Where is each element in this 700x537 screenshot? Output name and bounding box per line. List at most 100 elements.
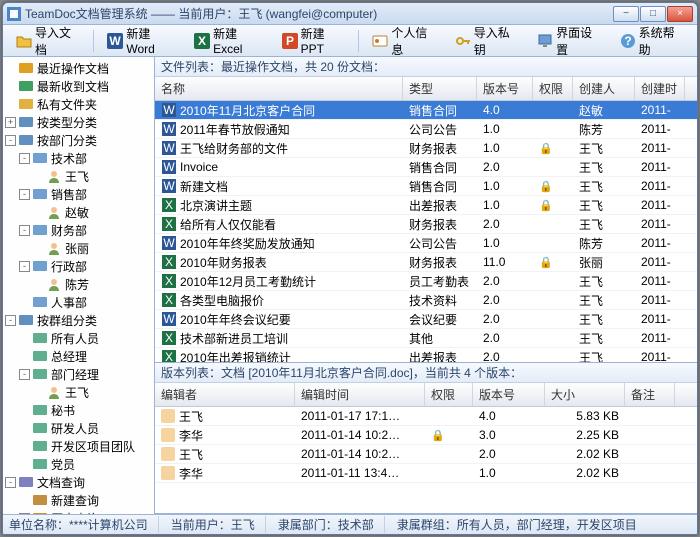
col-header[interactable]: 创建时 [635,77,685,100]
tree-twisty[interactable]: - [5,135,16,146]
file-row[interactable]: WInvoice销售合同2.0王飞2011- [155,158,697,177]
tree-node[interactable]: -行政部 [3,257,154,275]
col-header[interactable]: 编辑者 [155,383,295,406]
file-creator: 王飞 [573,329,635,348]
svg-text:W: W [163,160,175,174]
tree-twisty[interactable]: - [19,225,30,236]
import-doc-button[interactable]: 导入文档 [9,21,87,61]
tree-node[interactable]: 王飞 [3,383,154,401]
tree-twisty [5,81,16,92]
group-icon [32,295,48,309]
tree-twisty[interactable]: - [19,189,30,200]
user-icon [46,241,62,255]
tree-node[interactable]: 所有人员 [3,329,154,347]
new-word-button[interactable]: W新建Word [100,22,183,59]
help-button[interactable]: ?系统帮助 [613,21,691,61]
tree-node[interactable]: -部门经理 [3,365,154,383]
file-perm [533,223,573,225]
app-icon [7,7,21,21]
new-excel-button[interactable]: X新建Excel [187,22,271,59]
tree-twisty[interactable]: - [19,261,30,272]
file-row[interactable]: X2010年财务报表财务报表11.0🔒张丽2011- [155,253,697,272]
file-perm [533,166,573,168]
col-header[interactable]: 类型 [403,77,477,100]
tree-node[interactable]: 总经理 [3,347,154,365]
version-row[interactable]: 李华2011-01-11 13:4…1.02.02 KB [155,464,697,483]
file-row[interactable]: X2010年12月员工考勤统计员工考勤表2.0王飞2011- [155,272,697,291]
file-date: 2011- [635,102,685,118]
ver-perm [425,472,473,474]
file-creator: 王飞 [573,215,635,234]
new-ppt-button[interactable]: P新建PPT [275,22,353,59]
tree-twisty[interactable]: - [5,315,16,326]
tree-node[interactable]: 秘书 [3,401,154,419]
maximize-button[interactable]: □ [640,6,666,22]
file-version: 1.0 [477,121,533,137]
file-row[interactable]: W2010年年终奖励发放通知公司公告1.0陈芳2011- [155,234,697,253]
tree-node[interactable]: -按部门分类 [3,131,154,149]
tree-node[interactable]: 研发人员 [3,419,154,437]
tree-twisty[interactable]: - [19,153,30,164]
tree-node[interactable]: - 文档查询 [3,473,154,491]
tree-node[interactable]: 新建查询 [3,491,154,509]
col-header[interactable]: 名称 [155,77,403,100]
profile-button[interactable]: 个人信息 [365,21,443,61]
file-row[interactable]: W2010年年终会议纪要会议纪要2.0王飞2011- [155,310,697,329]
version-grid[interactable]: 编辑者编辑时间权限版本号大小备注 王飞2011-01-17 17:1…4.05.… [155,383,697,514]
version-row[interactable]: 王飞2011-01-17 17:1…4.05.83 KB [155,407,697,426]
col-header[interactable]: 备注 [625,383,675,406]
file-row[interactable]: W2010年11月北京客户合同销售合同4.0赵敏2011- [155,101,697,120]
col-header[interactable]: 创建人 [573,77,635,100]
tree-node[interactable]: 陈芳 [3,275,154,293]
file-row[interactable]: W新建文档销售合同1.0🔒王飞2011- [155,177,697,196]
tree-twisty [33,387,44,398]
tree-label: 所有人员 [51,330,99,347]
tree-node[interactable]: 党员 [3,455,154,473]
file-row[interactable]: X技术部新进员工培训其他2.0王飞2011- [155,329,697,348]
tree-node[interactable]: 私有文件夹 [3,95,154,113]
file-row[interactable]: X各类型电脑报价技术资料2.0王飞2011- [155,291,697,310]
col-header[interactable]: 编辑时间 [295,383,425,406]
ui-settings-button[interactable]: 界面设置 [530,21,608,61]
file-row[interactable]: X2010年出差报销统计出差报表2.0王飞2011- [155,348,697,363]
tree-node[interactable]: +按类型分类 [3,113,154,131]
tree-sidebar[interactable]: 最近操作文档最新收到文档私有文件夹+按类型分类-按部门分类-技术部王飞-销售部赵… [3,57,155,514]
file-row[interactable]: X北京演讲主题出差报表1.0🔒王飞2011- [155,196,697,215]
version-row[interactable]: 李华2011-01-14 10:2…🔒3.02.25 KB [155,426,697,445]
search-icon [18,475,34,489]
tree-label: 文档查询 [37,474,85,491]
tree-node[interactable]: -技术部 [3,149,154,167]
close-button[interactable]: × [667,6,693,22]
file-name: 2010年年终会议纪要 [180,311,291,328]
col-header[interactable]: 版本号 [477,77,533,100]
tree-node[interactable]: -财务部 [3,221,154,239]
grp-icon [32,331,48,345]
file-type: 销售合同 [403,158,477,177]
file-row[interactable]: X给所有人仅仅能看财务报表2.0王飞2011- [155,215,697,234]
tree-node[interactable]: 开发区项目团队 [3,437,154,455]
tree-node[interactable]: 最新收到文档 [3,77,154,95]
file-perm [533,109,573,111]
tree-node[interactable]: -销售部 [3,185,154,203]
file-row[interactable]: W王飞给财务部的文件财务报表1.0🔒王飞2011- [155,139,697,158]
version-row[interactable]: 王飞2011-01-14 10:2…2.02.02 KB [155,445,697,464]
tree-node[interactable]: 最近操作文档 [3,59,154,77]
tree-node[interactable]: -按群组分类 [3,311,154,329]
toolbar: 导入文档 W新建Word X新建Excel P新建PPT 个人信息 导入私钥 界… [3,25,697,57]
import-key-button[interactable]: 导入私钥 [448,21,526,61]
minimize-button[interactable]: − [613,6,639,22]
tree-twisty[interactable]: - [19,369,30,380]
tree-node[interactable]: 王飞 [3,167,154,185]
tree-twisty[interactable]: - [5,477,16,488]
tree-node[interactable]: 人事部 [3,293,154,311]
tree-node[interactable]: 赵敏 [3,203,154,221]
col-header[interactable]: 大小 [545,383,625,406]
tree-twisty[interactable]: + [5,117,16,128]
tree-node[interactable]: 张丽 [3,239,154,257]
file-grid[interactable]: 名称类型版本号权限创建人创建时 W2010年11月北京客户合同销售合同4.0赵敏… [155,77,697,363]
col-header[interactable]: 权限 [533,77,573,100]
col-header[interactable]: 版本号 [473,383,545,406]
col-header[interactable]: 权限 [425,383,473,406]
file-row[interactable]: W2011年春节放假通知公司公告1.0陈芳2011- [155,120,697,139]
q-icon [32,493,48,507]
